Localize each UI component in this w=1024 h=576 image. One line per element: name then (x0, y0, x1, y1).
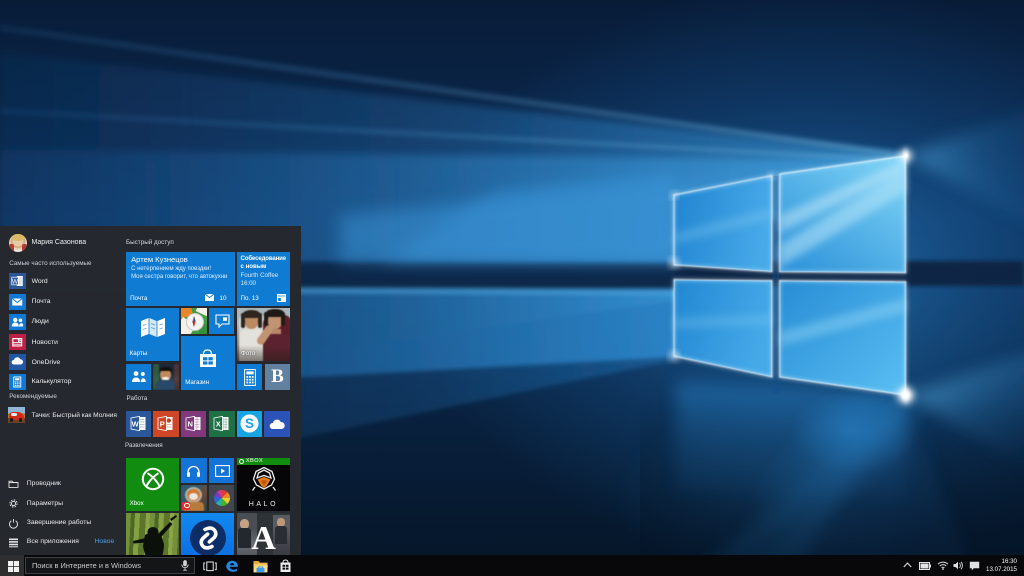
svg-text:S: S (245, 416, 254, 431)
svg-text:W: W (131, 419, 139, 428)
svg-text:X: X (216, 419, 221, 428)
svg-text:N: N (187, 419, 192, 428)
svg-text:P: P (160, 419, 165, 428)
